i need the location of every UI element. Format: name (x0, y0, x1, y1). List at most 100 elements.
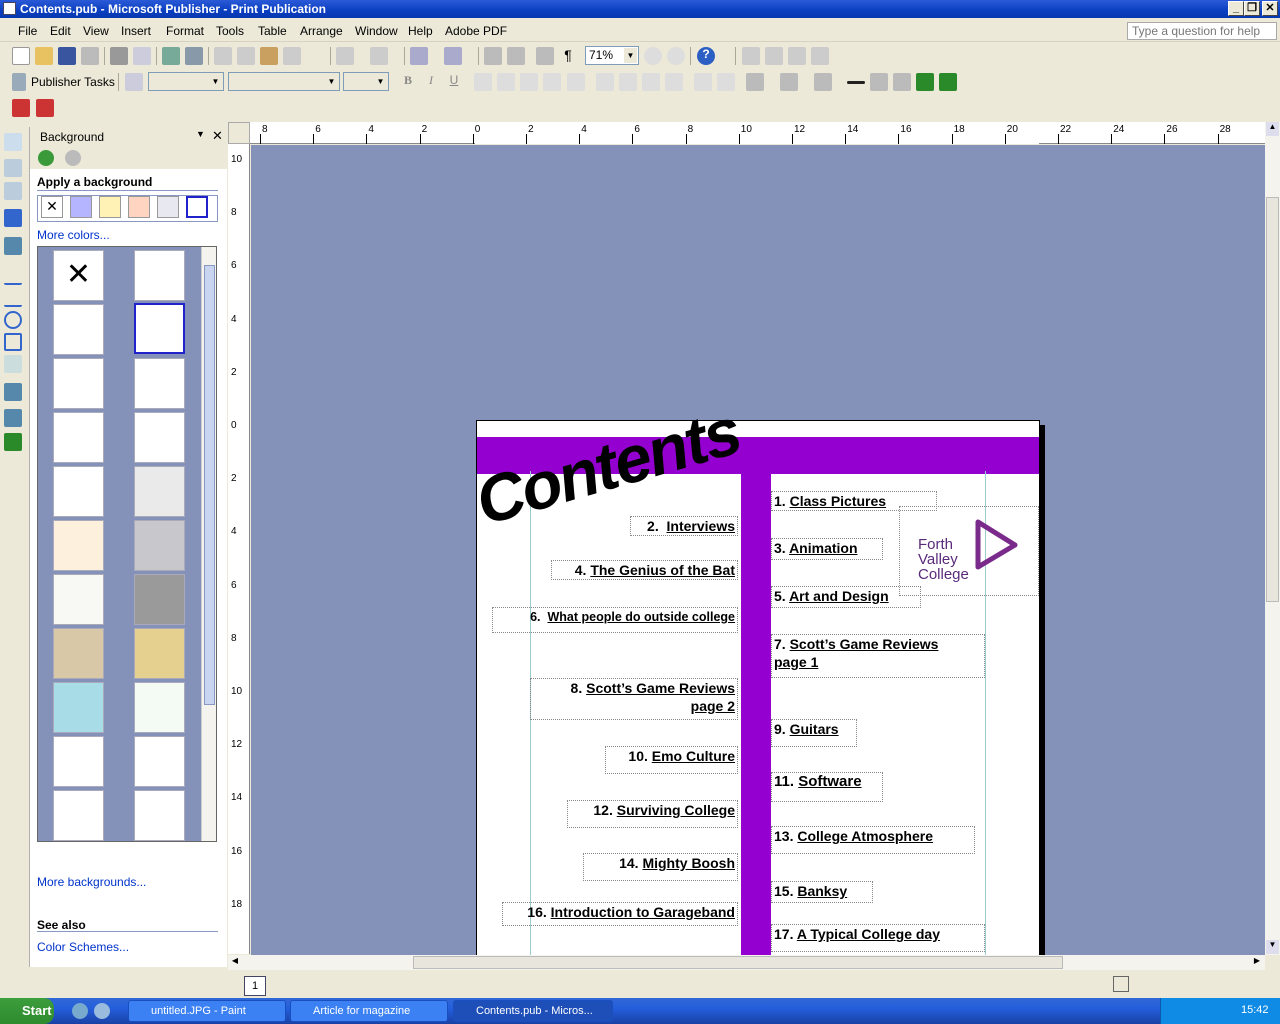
contents-wordart[interactable]: Contents (468, 393, 748, 539)
hyperlink-icon[interactable] (507, 47, 525, 65)
picture-frame-icon[interactable] (4, 237, 22, 255)
task-article-folder[interactable]: Article for magazine (290, 1000, 448, 1022)
zoom-in-icon[interactable] (667, 47, 685, 65)
menu-adobe-pdf[interactable]: Adobe PDF (445, 24, 507, 38)
list-icon[interactable] (536, 47, 554, 65)
toc-item-right[interactable]: 7. Scott’s Game Reviews page 1 (771, 634, 985, 678)
background-tile[interactable] (53, 412, 104, 463)
toc-item-left[interactable]: 14. Mighty Boosh (583, 853, 738, 881)
background-tile-texture[interactable] (53, 520, 104, 571)
undo-icon[interactable] (336, 47, 354, 65)
align-center-icon[interactable] (497, 73, 515, 91)
line-color-icon[interactable] (780, 73, 798, 91)
pdf-email-icon[interactable] (36, 99, 54, 117)
menu-insert[interactable]: Insert (121, 24, 151, 38)
spelling-icon[interactable] (162, 47, 180, 65)
zoom-out-icon[interactable] (644, 47, 662, 65)
clock[interactable]: 15:42 (1241, 1004, 1269, 1016)
shadow-style-icon[interactable] (916, 73, 934, 91)
toc-item-right[interactable]: 3. Animation (771, 538, 883, 560)
ask-question-input[interactable]: Type a question for help (1127, 22, 1277, 40)
toc-item-right[interactable]: 17. A Typical College day (771, 924, 985, 952)
menu-view[interactable]: View (83, 24, 109, 38)
toc-item-left[interactable]: 4. The Genius of the Bat (551, 560, 738, 580)
insert-table-icon[interactable] (4, 182, 22, 200)
scroll-up-icon[interactable]: ▲ (1266, 122, 1279, 136)
toc-item-right[interactable]: 11. Software (771, 772, 883, 802)
open-icon[interactable] (35, 47, 53, 65)
font-color-icon[interactable] (814, 73, 832, 91)
menu-format[interactable]: Format (166, 24, 204, 38)
unlink-textbox-icon[interactable] (765, 47, 783, 65)
menu-arrange[interactable]: Arrange (300, 24, 343, 38)
redo-icon[interactable] (370, 47, 388, 65)
font-select[interactable]: ▼ (228, 72, 340, 91)
college-logo[interactable]: Forth Valley College (899, 506, 1039, 596)
page-navigator[interactable]: 1 (244, 976, 266, 996)
line-style-icon[interactable] (847, 81, 865, 84)
styles-icon[interactable] (125, 73, 143, 91)
horizontal-scrollbar[interactable]: ◀ ▶ (228, 955, 1265, 970)
decrease-indent-icon[interactable] (642, 73, 660, 91)
menu-edit[interactable]: Edit (50, 24, 71, 38)
publication-workspace[interactable]: Contents 2. Interviews 4. The Genius of … (251, 145, 1265, 955)
publisher-tasks-icon[interactable] (12, 73, 26, 91)
font-size-select[interactable]: ▼ (343, 72, 389, 91)
link-textbox-icon[interactable] (742, 47, 760, 65)
close-button[interactable]: ✕ (1262, 1, 1278, 16)
align-left-icon[interactable] (474, 73, 492, 91)
no-background-tile[interactable]: ✕ (53, 250, 104, 301)
increase-font-icon[interactable] (717, 73, 735, 91)
color-swatch[interactable] (70, 196, 92, 218)
format-painter-icon[interactable] (283, 47, 301, 65)
background-tile-texture[interactable] (134, 520, 185, 571)
menu-file[interactable]: File (18, 24, 37, 38)
publication-page[interactable]: Contents 2. Interviews 4. The Genius of … (468, 393, 1040, 955)
arrow-icon[interactable] (4, 289, 22, 307)
task-paint[interactable]: untitled.JPG - Paint (128, 1000, 286, 1022)
save-icon[interactable] (58, 47, 76, 65)
ruler-corner[interactable] (228, 122, 250, 144)
toc-item-right[interactable]: 15. Banksy (771, 881, 873, 903)
background-tile-texture[interactable] (134, 466, 185, 517)
select-objects-icon[interactable] (4, 133, 22, 151)
research-icon[interactable] (185, 47, 203, 65)
start-button[interactable]: Start (0, 998, 54, 1024)
toc-item-left[interactable]: 6. What people do outside college (492, 607, 738, 633)
background-tile-selected[interactable] (134, 303, 185, 354)
toc-item-left[interactable]: 8. Scott’s Game Reviews page 2 (530, 678, 738, 720)
menu-table[interactable]: Table (258, 24, 287, 38)
quicklaunch-icon[interactable] (94, 1003, 110, 1019)
menu-help[interactable]: Help (408, 24, 433, 38)
email-icon[interactable] (81, 47, 99, 65)
toc-item-right[interactable]: 9. Guitars (771, 719, 857, 747)
publisher-app-icon[interactable] (3, 2, 16, 15)
increase-indent-icon[interactable] (665, 73, 683, 91)
gallery-scroll-thumb[interactable] (204, 265, 215, 705)
ie-icon[interactable] (72, 1003, 88, 1019)
next-textbox-icon[interactable] (811, 47, 829, 65)
toc-item-left[interactable]: 16. Introduction to Garageband (502, 902, 738, 926)
vertical-scroll-thumb[interactable] (1266, 197, 1279, 602)
bring-to-front-icon[interactable] (410, 47, 428, 65)
copy-icon[interactable] (237, 47, 255, 65)
background-tile[interactable] (134, 412, 185, 463)
autoshapes-icon[interactable] (4, 355, 22, 373)
vertical-ruler[interactable]: 10 8 6 4 2 0 2 4 6 8 10 12 14 16 18 (228, 144, 250, 954)
oval-icon[interactable] (4, 311, 22, 329)
fill-color-icon[interactable] (746, 73, 764, 91)
bullets-icon[interactable] (619, 73, 637, 91)
numbering-icon[interactable] (596, 73, 614, 91)
italic-icon[interactable]: I (422, 73, 440, 91)
color-swatch[interactable] (128, 196, 150, 218)
new-icon[interactable] (12, 47, 30, 65)
background-tile[interactable] (53, 304, 104, 355)
help-icon[interactable]: ? (697, 47, 715, 65)
background-tile[interactable] (53, 790, 104, 841)
background-tile[interactable] (134, 358, 185, 409)
arrow-style-icon[interactable] (893, 73, 911, 91)
3d-style-icon[interactable] (939, 73, 957, 91)
background-tile[interactable] (134, 790, 185, 841)
print-icon[interactable] (110, 47, 128, 65)
print-preview-icon[interactable] (133, 47, 151, 65)
